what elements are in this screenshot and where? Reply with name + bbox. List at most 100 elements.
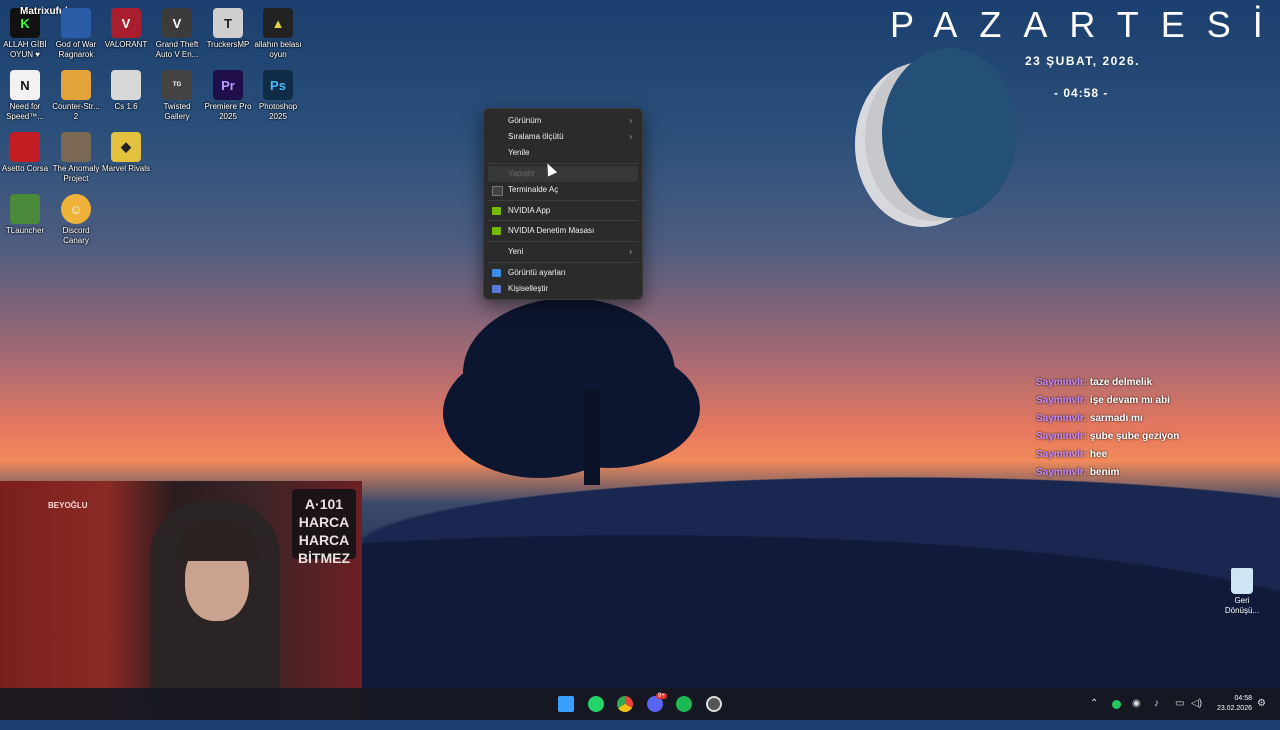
- menu-item-refresh[interactable]: Yenile: [488, 145, 638, 161]
- display-icon: [492, 269, 501, 277]
- desktop-icon[interactable]: Cs 1.6: [101, 64, 151, 112]
- menu-separator: [488, 200, 638, 201]
- chat-text: işe devam mı abi: [1089, 395, 1170, 406]
- desktop-icon-label: TruckersMP: [206, 40, 250, 49]
- desktop-icon-label: VALORANT: [104, 40, 148, 49]
- status-icon[interactable]: [1112, 700, 1121, 709]
- chat-user: Sayminvlr:: [1036, 395, 1088, 406]
- menu-item-view[interactable]: Görünüm ›: [488, 113, 638, 129]
- desktop-icon[interactable]: TLauncher: [0, 188, 50, 236]
- desktop-icon[interactable]: V VALORANT: [101, 2, 151, 50]
- chevron-right-icon: ›: [629, 132, 632, 141]
- truckersmp-icon: T: [213, 8, 243, 38]
- chat-message: Sayminvlr: şube şube geziyon: [1036, 428, 1276, 446]
- chat-text: şube şube geziyon: [1089, 431, 1180, 442]
- desktop-icon[interactable]: ☺ Discord Canary: [51, 188, 101, 246]
- microphone-icon[interactable]: ♪: [1154, 698, 1159, 709]
- desktop-icon[interactable]: ◆ Marvel Rivals: [101, 126, 151, 174]
- menu-item-label: NVIDIA App: [508, 206, 551, 215]
- chat-message: Sayminvlr: hee: [1036, 446, 1276, 464]
- menu-item-label: Yeni: [508, 247, 524, 256]
- desktop-icon-label: Counter-Str... 2: [52, 102, 100, 121]
- cs2-icon: [61, 70, 91, 100]
- tlauncher-icon: [10, 194, 40, 224]
- menu-item-label: Görüntü ayarları: [508, 268, 566, 277]
- menu-item-open-terminal[interactable]: Terminalde Aç: [488, 182, 638, 198]
- desktop-icon[interactable]: V Grand Theft Auto V En...: [152, 2, 202, 60]
- terminal-icon: [492, 186, 503, 196]
- twisted-gallery-icon: TG: [162, 70, 192, 100]
- menu-item-label: Görünüm: [508, 116, 542, 125]
- weekday-widget: PAZARTESİ: [890, 4, 1280, 45]
- menu-item-paste[interactable]: Yapıştır: [488, 166, 638, 182]
- chat-text: sarmadı mı: [1089, 413, 1143, 424]
- discord-tray-icon[interactable]: ◉: [1132, 698, 1141, 709]
- desktop-icon-label: TLauncher: [5, 226, 45, 235]
- spotify-icon[interactable]: [676, 696, 692, 712]
- menu-item-nvidia-app[interactable]: NVIDIA App: [488, 203, 638, 219]
- menu-item-new[interactable]: Yeni ›: [488, 244, 638, 260]
- discord-canary-icon[interactable]: [706, 696, 722, 712]
- network-icon[interactable]: ▭: [1175, 698, 1184, 709]
- desktop-icon-label: Asetto Corsa: [1, 164, 49, 173]
- webcam-overlay: BEYOĞLU A·101 HARCA HARCA BİTMEZ: [0, 481, 362, 720]
- desktop-icon-label: Premiere Pro 2025: [204, 102, 252, 121]
- chat-text: benim: [1089, 467, 1120, 478]
- desktop-icon[interactable]: God of War Ragnarok: [51, 2, 101, 60]
- desktop-icon[interactable]: Counter-Str... 2: [51, 64, 101, 122]
- whatsapp-icon[interactable]: [588, 696, 604, 712]
- nvidia-icon: [492, 207, 501, 215]
- desktop-icon[interactable]: T TruckersMP: [203, 2, 253, 50]
- desktop-context-menu: Görünüm › Sıralama ölçütü › Yenile Yapış…: [483, 108, 643, 300]
- menu-item-personalize[interactable]: Kişiselleştir: [488, 281, 638, 297]
- desktop-icon-label: Photoshop 2025: [258, 102, 298, 121]
- chat-message: Sayminvlr: benim: [1036, 464, 1276, 482]
- recycle-bin[interactable]: Geri Dönüşü...: [1222, 568, 1262, 616]
- taskbar: 9+ ⌃ ◉ ♪ ▭ ◁) ⚙: [0, 688, 1280, 720]
- chevron-right-icon: ›: [629, 116, 632, 125]
- desktop-icon-label: Cs 1.6: [114, 102, 138, 111]
- desktop-icon[interactable]: TG Twisted Gallery: [152, 64, 202, 122]
- game-icon: ▲: [263, 8, 293, 38]
- desktop-icon-label: Marvel Rivals: [101, 164, 150, 173]
- desktop-icon-label: Twisted Gallery: [163, 102, 191, 121]
- chat-user: Sayminvlr:: [1036, 449, 1088, 460]
- taskbar-clock[interactable]: 04:58 23.02.2026: [1212, 694, 1252, 714]
- desktop-icon-label: Discord Canary: [62, 226, 90, 245]
- desktop-icon[interactable]: Asetto Corsa: [0, 126, 50, 174]
- menu-item-label: Yapıştır: [508, 169, 535, 178]
- chat-message: Sayminvlr: işe devam mı abi: [1036, 392, 1276, 410]
- desktop-icon[interactable]: ▲ allahın belası oyun: [253, 2, 303, 60]
- menu-item-nvidia-control-panel[interactable]: NVIDIA Denetim Masası: [488, 223, 638, 239]
- notification-icon[interactable]: ⚙: [1257, 698, 1266, 709]
- nvidia-icon: [492, 227, 501, 235]
- menu-separator: [488, 241, 638, 242]
- chat-text: taze delmelik: [1089, 377, 1153, 388]
- chat-text: hee: [1089, 449, 1108, 460]
- desktop-icon[interactable]: Pr Premiere Pro 2025: [203, 64, 253, 122]
- god-of-war-icon: [61, 8, 91, 38]
- chevron-right-icon: ›: [629, 247, 632, 256]
- desktop-icon-label: God of War Ragnarok: [55, 40, 97, 59]
- desktop-icon[interactable]: The Anomaly Project: [51, 126, 101, 184]
- a101-sign: A·101 HARCA HARCA BİTMEZ: [292, 489, 356, 566]
- neon-sign: BEYOĞLU: [48, 501, 88, 510]
- gta-icon: V: [162, 8, 192, 38]
- valorant-icon: V: [111, 8, 141, 38]
- desktop-icon-label: Grand Theft Auto V En...: [155, 40, 199, 59]
- menu-item-label: Terminalde Aç: [508, 185, 559, 194]
- discord-notification-badge: 9+: [656, 693, 667, 699]
- start-icon[interactable]: [558, 696, 574, 712]
- menu-item-label: Yenile: [508, 148, 530, 157]
- menu-item-label: NVIDIA Denetim Masası: [508, 226, 595, 235]
- desktop-icon[interactable]: Ps Photoshop 2025: [253, 64, 303, 122]
- volume-icon[interactable]: ◁): [1191, 698, 1202, 709]
- desktop-icon-label: The Anomaly Project: [52, 164, 100, 183]
- chevron-up-icon[interactable]: ⌃: [1090, 698, 1098, 709]
- chrome-icon[interactable]: [617, 696, 633, 712]
- tree-trunk: [584, 390, 600, 485]
- desktop-icon[interactable]: N Need for Speed™...: [0, 64, 50, 122]
- personalize-icon: [492, 285, 501, 293]
- menu-item-sort-by[interactable]: Sıralama ölçütü ›: [488, 129, 638, 145]
- menu-item-display-settings[interactable]: Görüntü ayarları: [488, 265, 638, 281]
